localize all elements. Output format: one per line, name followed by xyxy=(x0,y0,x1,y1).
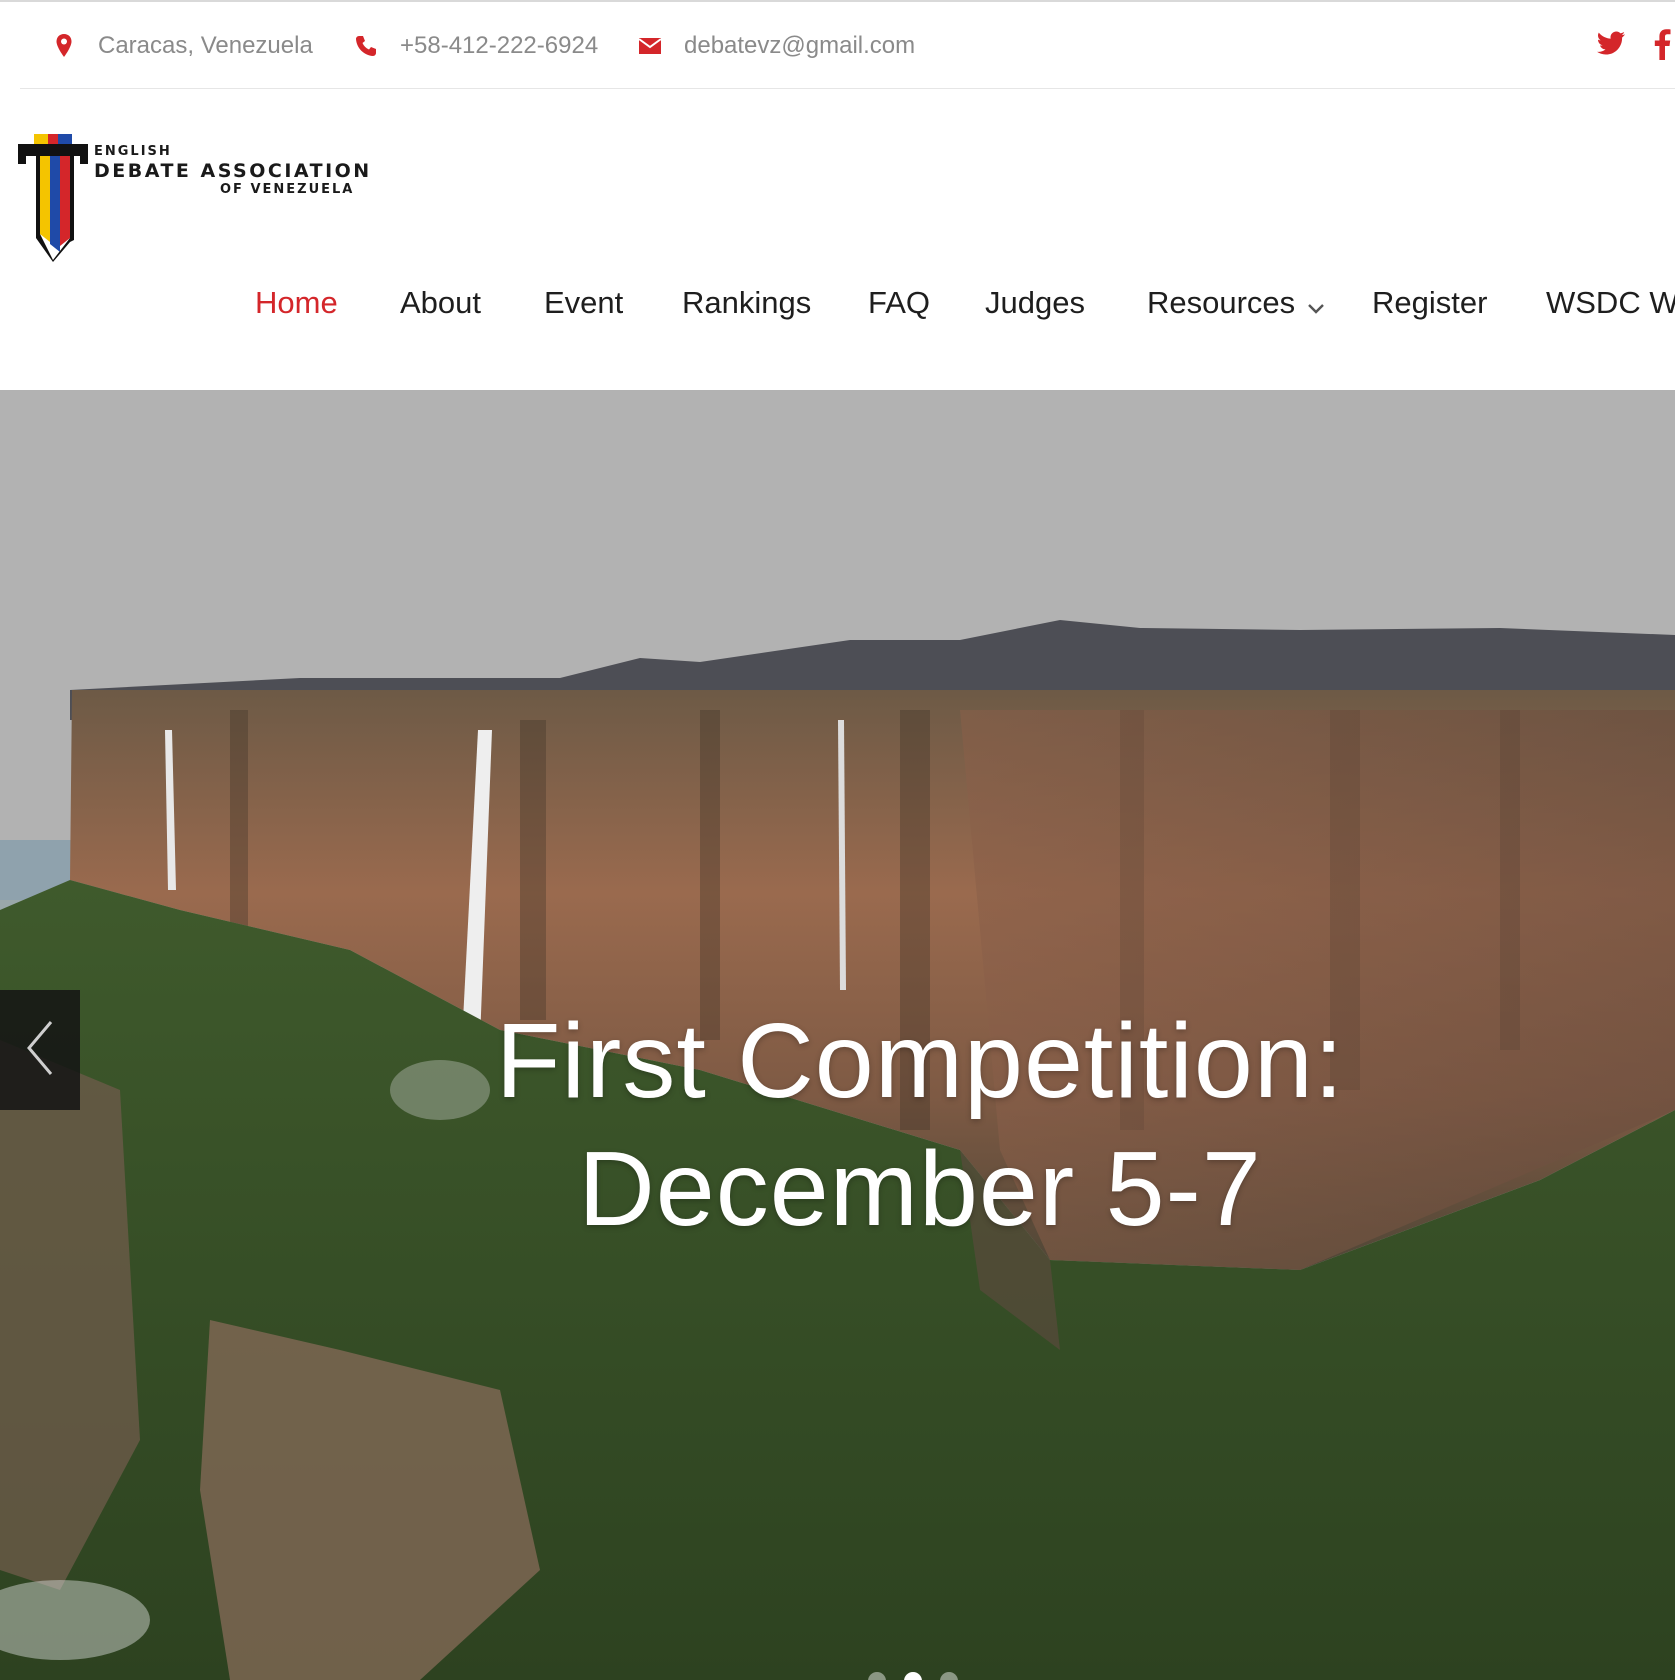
nav-item-judges[interactable]: Judges xyxy=(985,278,1085,328)
location-info: Caracas, Venezuela xyxy=(50,28,313,64)
hero-title-line2: December 5-7 xyxy=(578,1130,1262,1248)
nav-item-resources-label: Resources xyxy=(1147,285,1296,320)
nav-item-faq[interactable]: FAQ xyxy=(868,278,930,328)
facebook-icon xyxy=(1652,28,1672,65)
nav-item-resources[interactable]: Resources xyxy=(1147,278,1325,330)
slider-dot[interactable] xyxy=(868,1672,886,1680)
topbar-divider xyxy=(20,88,1675,89)
facebook-link[interactable] xyxy=(1652,28,1672,65)
page: Caracas, Venezuela +58-412-222-6924 deba… xyxy=(0,0,1675,1680)
nav-item-register[interactable]: Register xyxy=(1372,278,1487,328)
location-text: Caracas, Venezuela xyxy=(98,32,313,59)
nav-item-rankings[interactable]: Rankings xyxy=(682,278,811,328)
slider-dot-active[interactable] xyxy=(904,1672,922,1680)
nav-item-about[interactable]: About xyxy=(400,278,481,328)
phone-text: +58-412-222-6924 xyxy=(400,32,599,59)
chevron-down-icon xyxy=(1307,280,1325,330)
top-info-bar: Caracas, Venezuela +58-412-222-6924 deba… xyxy=(0,0,1675,89)
twitter-icon xyxy=(1596,31,1626,62)
nav-item-event[interactable]: Event xyxy=(544,278,623,328)
slider-dot[interactable] xyxy=(940,1672,958,1680)
logo-text-of-venezuela: OF VENEZUELA xyxy=(220,182,355,197)
logo-text-english: ENGLISH xyxy=(94,144,172,159)
email-text: debatevz@gmail.com xyxy=(684,32,916,59)
email-info[interactable]: debatevz@gmail.com xyxy=(636,28,915,64)
nav-item-home[interactable]: Home xyxy=(255,278,338,328)
slider-prev-button[interactable] xyxy=(0,990,80,1110)
envelope-icon xyxy=(636,32,664,60)
twitter-link[interactable] xyxy=(1596,30,1626,62)
phone-icon xyxy=(352,32,380,60)
map-pin-icon xyxy=(50,32,78,60)
slider-dots xyxy=(868,1672,958,1680)
hero-slider: First Competition: December 5-7 xyxy=(0,390,1675,1680)
site-logo[interactable]: ENGLISH DEBATE ASSOCIATION OF VENEZUELA xyxy=(18,134,369,262)
hero-title-line1: First Competition: xyxy=(495,1002,1345,1120)
logo-text-debate-association: DEBATE ASSOCIATION xyxy=(94,160,372,182)
nav-item-wsdc[interactable]: WSDC W xyxy=(1546,278,1675,328)
phone-info[interactable]: +58-412-222-6924 xyxy=(352,28,598,64)
chevron-left-icon xyxy=(25,1020,55,1081)
main-nav: Home About Event Rankings FAQ Judges Res… xyxy=(0,278,1675,328)
logo-emblem-icon xyxy=(18,134,88,262)
